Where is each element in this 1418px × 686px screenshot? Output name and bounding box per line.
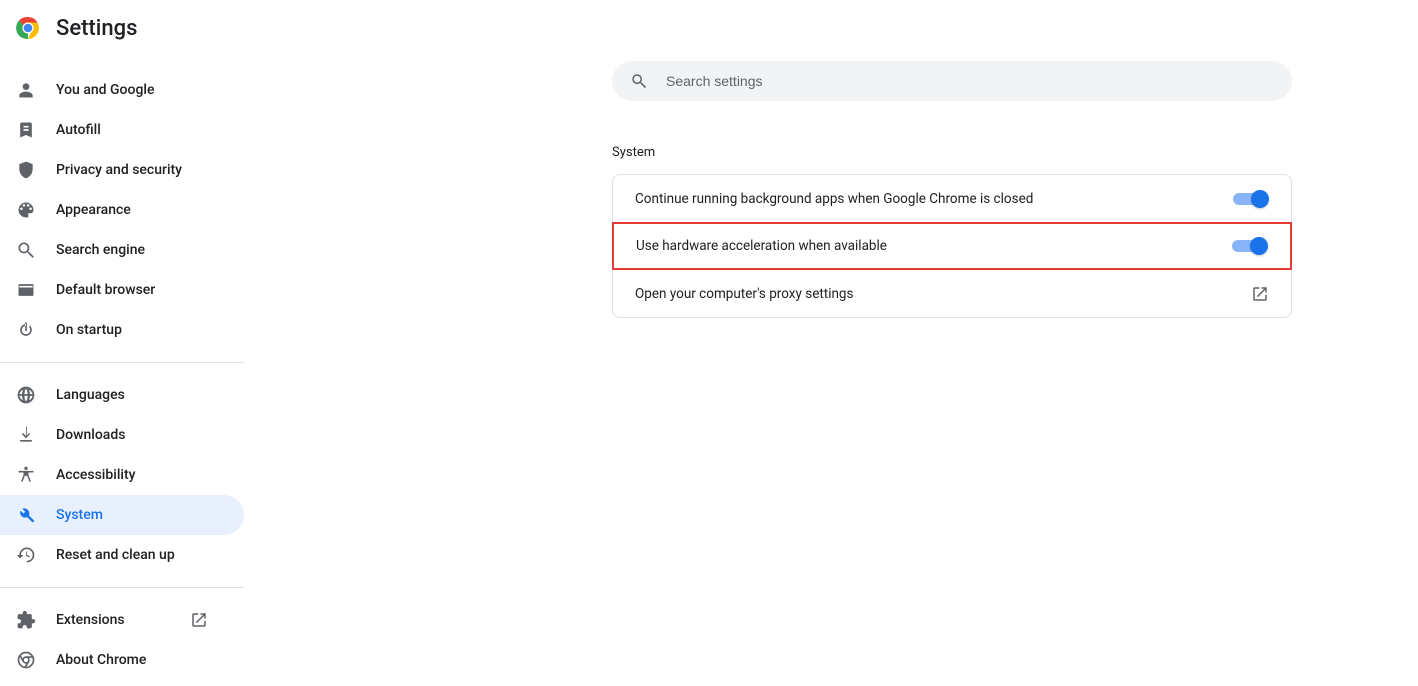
page-title: Settings (56, 16, 137, 41)
sidebar-item-label: Reset and clean up (56, 547, 175, 563)
main-content: System Continue running background apps … (244, 56, 1418, 686)
sidebar-item-label: Downloads (56, 427, 125, 443)
row-label: Continue running background apps when Go… (635, 191, 1033, 207)
chrome-logo-icon (16, 16, 40, 40)
sidebar: You and Google Autofill Privacy and securi… (0, 56, 244, 686)
header: Settings (0, 0, 1418, 56)
sidebar-item-search-engine[interactable]: Search engine (0, 230, 244, 270)
download-icon (16, 425, 36, 445)
sidebar-item-label: Default browser (56, 282, 155, 298)
sidebar-item-label: About Chrome (56, 652, 146, 668)
search-icon (630, 72, 648, 90)
row-label: Use hardware acceleration when available (636, 238, 887, 254)
chrome-outline-icon (16, 650, 36, 670)
autofill-icon (16, 120, 36, 140)
search-input[interactable] (666, 73, 1274, 89)
sidebar-item-extensions[interactable]: Extensions (0, 600, 244, 640)
browser-icon (16, 280, 36, 300)
sidebar-item-label: Accessibility (56, 467, 135, 483)
globe-icon (16, 385, 36, 405)
row-hardware-acceleration: Use hardware acceleration when available (612, 222, 1292, 270)
shield-icon (16, 160, 36, 180)
section-title: System (612, 145, 655, 160)
palette-icon (16, 200, 36, 220)
sidebar-item-accessibility[interactable]: Accessibility (0, 455, 244, 495)
toggle-hardware-acceleration[interactable] (1232, 236, 1268, 256)
sidebar-item-downloads[interactable]: Downloads (0, 415, 244, 455)
sidebar-item-appearance[interactable]: Appearance (0, 190, 244, 230)
sidebar-item-privacy[interactable]: Privacy and security (0, 150, 244, 190)
sidebar-item-default-browser[interactable]: Default browser (0, 270, 244, 310)
system-card: Continue running background apps when Go… (612, 174, 1292, 318)
sidebar-item-label: Search engine (56, 242, 145, 258)
sidebar-item-label: Appearance (56, 202, 131, 218)
sidebar-item-system[interactable]: System (0, 495, 244, 535)
sidebar-item-reset[interactable]: Reset and clean up (0, 535, 244, 575)
person-icon (16, 80, 36, 100)
row-label: Open your computer's proxy settings (635, 286, 853, 302)
sidebar-item-label: You and Google (56, 82, 154, 98)
row-background-apps: Continue running background apps when Go… (613, 175, 1291, 223)
extension-icon (16, 610, 36, 630)
toggle-background-apps[interactable] (1233, 189, 1269, 209)
sidebar-item-label: Privacy and security (56, 162, 182, 178)
open-external-icon (190, 611, 208, 629)
sidebar-item-autofill[interactable]: Autofill (0, 110, 244, 150)
sidebar-item-you-and-google[interactable]: You and Google (0, 70, 244, 110)
sidebar-item-label: System (56, 507, 103, 523)
power-icon (16, 320, 36, 340)
row-proxy-settings[interactable]: Open your computer's proxy settings (613, 269, 1291, 317)
sidebar-item-label: Languages (56, 387, 125, 403)
accessibility-icon (16, 465, 36, 485)
search-box[interactable] (612, 61, 1292, 101)
sidebar-divider (0, 587, 244, 588)
sidebar-item-on-startup[interactable]: On startup (0, 310, 244, 350)
sidebar-item-label: On startup (56, 322, 122, 338)
wrench-icon (16, 505, 36, 525)
sidebar-item-label: Extensions (56, 612, 125, 628)
search-icon (16, 240, 36, 260)
restore-icon (16, 545, 36, 565)
sidebar-item-label: Autofill (56, 122, 101, 138)
open-external-icon (1251, 285, 1269, 303)
sidebar-item-about[interactable]: About Chrome (0, 640, 244, 680)
sidebar-divider (0, 362, 244, 363)
sidebar-item-languages[interactable]: Languages (0, 375, 244, 415)
